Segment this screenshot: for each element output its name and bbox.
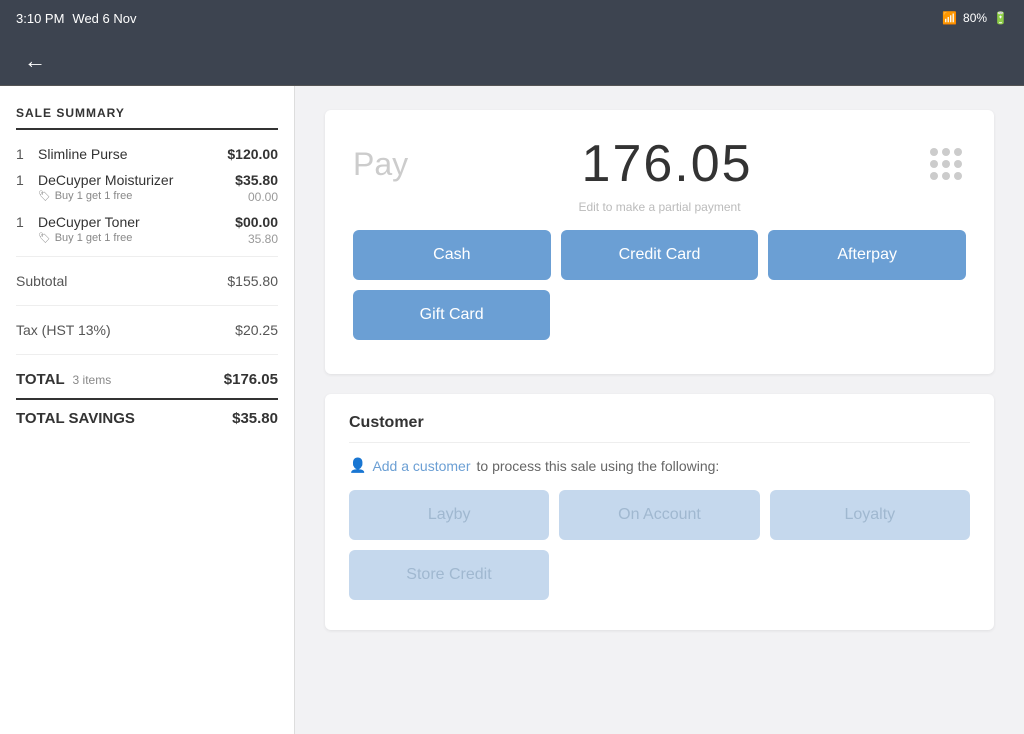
list-item: 1 DeCuyper Moisturizer 🏷 Buy 1 get 1 fre… xyxy=(16,172,278,204)
item-qty-2: 1 xyxy=(16,172,32,188)
item-qty-1: 1 xyxy=(16,146,32,162)
sale-summary-title: SALE SUMMARY xyxy=(16,106,278,130)
item-details-1: Slimline Purse xyxy=(38,146,227,162)
right-panel: Pay 176.05 Edit to make a partial paymen… xyxy=(295,86,1024,734)
item-details-3: DeCuyper Toner 🏷 Buy 1 get 1 free xyxy=(38,214,235,244)
item-name-2: DeCuyper Moisturizer xyxy=(38,172,235,188)
item-name-1: Slimline Purse xyxy=(38,146,227,162)
back-button[interactable]: ← xyxy=(16,44,54,78)
customer-prompt: 👤 Add a customer to process this sale us… xyxy=(349,457,970,474)
nav-bar: ← xyxy=(0,36,1024,86)
total-savings-value: $35.80 xyxy=(232,410,278,427)
person-icon: 👤 xyxy=(349,457,366,474)
main-layout: SALE SUMMARY 1 Slimline Purse $120.00 1 … xyxy=(0,86,1024,734)
total-row: TOTAL 3 items $176.05 xyxy=(16,365,278,394)
status-left: 3:10 PM Wed 6 Nov xyxy=(16,11,137,26)
date-display: Wed 6 Nov xyxy=(72,11,136,26)
divider xyxy=(16,305,278,306)
tag-icon: 🏷 xyxy=(38,191,51,202)
tax-row: Tax (HST 13%) $20.25 xyxy=(16,316,278,344)
payment-buttons-row2: Gift Card xyxy=(353,290,966,340)
item-badge-2: 🏷 Buy 1 get 1 free xyxy=(38,190,235,202)
total-savings-label: TOTAL SAVINGS xyxy=(16,410,135,427)
item-price-3: $00.00 xyxy=(235,214,278,230)
divider xyxy=(16,256,278,257)
item-details-2: DeCuyper Moisturizer 🏷 Buy 1 get 1 free xyxy=(38,172,235,202)
customer-buttons-row1: Layby On Account Loyalty xyxy=(349,490,970,540)
layby-button: Layby xyxy=(349,490,549,540)
item-price-2: $35.80 xyxy=(235,172,278,188)
wifi-icon: 📶 xyxy=(942,11,957,25)
total-items: 3 items xyxy=(73,373,112,387)
total-savings-row: TOTAL SAVINGS $35.80 xyxy=(16,398,278,433)
customer-divider xyxy=(349,442,970,443)
pay-amount: 176.05 xyxy=(582,134,753,194)
battery-display: 80% xyxy=(963,11,987,25)
time-display: 3:10 PM xyxy=(16,11,64,26)
credit-card-button[interactable]: Credit Card xyxy=(561,230,759,280)
loyalty-button: Loyalty xyxy=(770,490,970,540)
pay-header: Pay 176.05 xyxy=(353,134,966,194)
left-panel: SALE SUMMARY 1 Slimline Purse $120.00 1 … xyxy=(0,86,295,734)
list-item: 1 Slimline Purse $120.00 xyxy=(16,146,278,162)
item-price-1: $120.00 xyxy=(227,146,278,162)
tax-label: Tax (HST 13%) xyxy=(16,322,111,338)
status-right: 📶 80% 🔋 xyxy=(942,11,1008,25)
keypad-icon[interactable] xyxy=(926,144,966,184)
total-label: TOTAL 3 items xyxy=(16,371,111,388)
list-item: 1 DeCuyper Toner 🏷 Buy 1 get 1 free $00.… xyxy=(16,214,278,246)
item-badge-3: 🏷 Buy 1 get 1 free xyxy=(38,232,235,244)
battery-icon: 🔋 xyxy=(993,11,1008,25)
subtotal-label: Subtotal xyxy=(16,273,67,289)
subtotal-value: $155.80 xyxy=(227,273,278,289)
customer-section: Customer 👤 Add a customer to process thi… xyxy=(325,394,994,630)
item-sub-price-2: 00.00 xyxy=(235,190,278,204)
on-account-button: On Account xyxy=(559,490,759,540)
divider xyxy=(16,354,278,355)
payment-buttons-row1: Cash Credit Card Afterpay xyxy=(353,230,966,280)
pay-label: Pay xyxy=(353,146,408,183)
item-qty-3: 1 xyxy=(16,214,32,230)
pay-card: Pay 176.05 Edit to make a partial paymen… xyxy=(325,110,994,374)
pay-hint: Edit to make a partial payment xyxy=(353,200,966,214)
customer-title: Customer xyxy=(349,414,970,432)
item-sub-price-3: 35.80 xyxy=(235,232,278,246)
total-value: $176.05 xyxy=(224,371,278,388)
customer-buttons-row2: Store Credit xyxy=(349,550,970,600)
cash-button[interactable]: Cash xyxy=(353,230,551,280)
subtotal-row: Subtotal $155.80 xyxy=(16,267,278,295)
gift-card-button[interactable]: Gift Card xyxy=(353,290,550,340)
status-bar: 3:10 PM Wed 6 Nov 📶 80% 🔋 xyxy=(0,0,1024,36)
item-name-3: DeCuyper Toner xyxy=(38,214,235,230)
store-credit-button: Store Credit xyxy=(349,550,549,600)
tag-icon: 🏷 xyxy=(38,233,51,244)
add-customer-link[interactable]: Add a customer xyxy=(372,458,470,474)
afterpay-button[interactable]: Afterpay xyxy=(768,230,966,280)
tax-value: $20.25 xyxy=(235,322,278,338)
customer-prompt-suffix: to process this sale using the following… xyxy=(477,458,720,474)
